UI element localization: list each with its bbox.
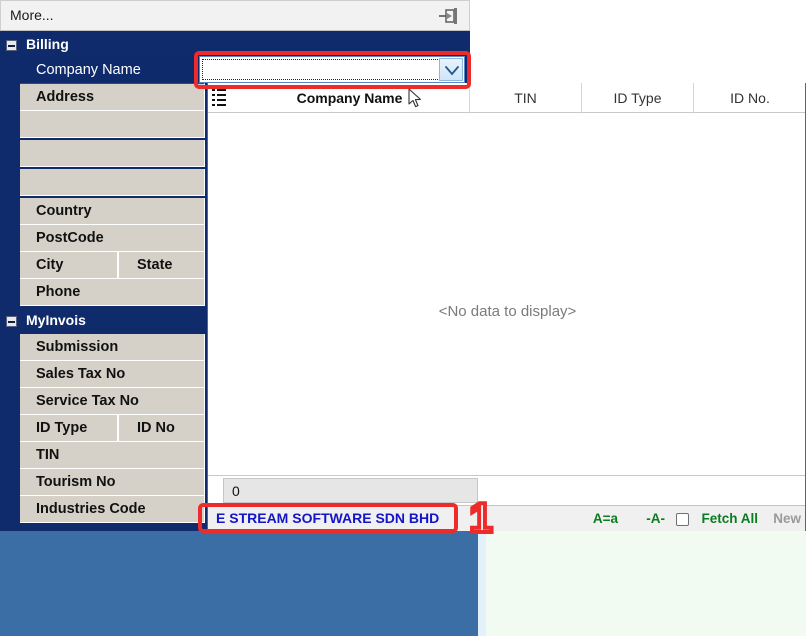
company-name-combobox[interactable] bbox=[199, 56, 465, 83]
property-row-label: Phone bbox=[36, 284, 81, 300]
grid-header-row: Company Name TIN ID Type ID No. bbox=[208, 83, 806, 113]
grid-column-header-id-no[interactable]: ID No. bbox=[694, 83, 806, 113]
grid-body[interactable]: <No data to display> bbox=[208, 113, 806, 475]
company-name-editor[interactable] bbox=[199, 56, 465, 83]
property-row-service-tax-no[interactable]: Service Tax No bbox=[20, 388, 205, 415]
grid-column-header-company-name[interactable]: Company Name bbox=[230, 83, 470, 113]
grid-footer-count-field[interactable]: 0 bbox=[223, 478, 478, 503]
group-header-billing[interactable]: Billing bbox=[0, 33, 470, 57]
property-row-label: Service Tax No bbox=[36, 393, 139, 409]
property-row-label: ID Type bbox=[36, 420, 88, 436]
case-sensitivity-toggle[interactable]: A=a bbox=[593, 511, 618, 526]
desktop-background-edge bbox=[478, 531, 486, 636]
property-row-label: Company Name bbox=[36, 62, 141, 78]
property-row-label: Submission bbox=[36, 339, 119, 355]
desktop-background-blue bbox=[0, 531, 470, 636]
accent-toggle[interactable]: -A- bbox=[646, 511, 665, 526]
grid-status-bar: E STREAM SOFTWARE SDN BHD A=a -A- Fetch … bbox=[208, 505, 806, 531]
property-row-address[interactable]: Address bbox=[20, 84, 205, 111]
grid-empty-message: <No data to display> bbox=[438, 303, 577, 320]
property-row-company-name[interactable]: Company Name bbox=[20, 57, 205, 84]
desktop-background-strip bbox=[470, 531, 478, 636]
annotation-step-number: 1 bbox=[467, 494, 494, 541]
more-panel-header: More... bbox=[0, 0, 470, 31]
property-row-city[interactable]: City bbox=[20, 252, 118, 279]
property-row-address-line3[interactable] bbox=[20, 140, 205, 167]
property-row-address-line4[interactable] bbox=[20, 169, 205, 196]
property-row-label: Address bbox=[36, 89, 95, 105]
chevron-down-icon bbox=[445, 66, 459, 76]
fetch-all-label[interactable]: Fetch All bbox=[701, 511, 758, 526]
new-button[interactable]: New bbox=[773, 511, 801, 526]
property-row-submission[interactable]: Submission bbox=[20, 334, 205, 361]
company-lookup-grid: Company Name TIN ID Type ID No. <No data… bbox=[207, 83, 806, 531]
property-row-id-no[interactable]: ID No bbox=[118, 415, 205, 442]
property-row-state[interactable]: State bbox=[118, 252, 205, 279]
collapse-minus-icon[interactable] bbox=[6, 40, 17, 51]
collapse-minus-icon[interactable] bbox=[6, 316, 17, 327]
property-row-country[interactable]: Country bbox=[20, 198, 205, 225]
auto-hide-pin-icon[interactable] bbox=[437, 7, 459, 25]
group-header-myinvois[interactable]: MyInvois bbox=[0, 309, 235, 333]
property-row-industries-code[interactable]: Industries Code bbox=[20, 496, 205, 523]
property-row-label: Tourism No bbox=[36, 474, 116, 490]
grid-column-header-tin[interactable]: TIN bbox=[470, 83, 582, 113]
property-row-label: City bbox=[36, 257, 64, 273]
grid-footer-count-value: 0 bbox=[232, 483, 240, 499]
desktop-background-mint bbox=[478, 531, 806, 636]
property-row-label: Country bbox=[36, 203, 92, 219]
property-row-tin[interactable]: TIN bbox=[20, 442, 205, 469]
mouse-cursor bbox=[408, 88, 424, 110]
property-row-label: ID No bbox=[137, 420, 175, 436]
focus-outline bbox=[202, 59, 462, 80]
property-row-address-line2[interactable] bbox=[20, 111, 205, 138]
property-row-label: TIN bbox=[36, 447, 60, 463]
group-header-myinvois-label: MyInvois bbox=[26, 312, 86, 328]
group-header-billing-label: Billing bbox=[26, 36, 69, 52]
property-row-label: Sales Tax No bbox=[36, 366, 126, 382]
property-row-label: PostCode bbox=[36, 230, 104, 246]
more-label[interactable]: More... bbox=[10, 7, 54, 23]
grid-column-header-id-type[interactable]: ID Type bbox=[582, 83, 694, 113]
property-row-sales-tax-no[interactable]: Sales Tax No bbox=[20, 361, 205, 388]
selected-company-label[interactable]: E STREAM SOFTWARE SDN BHD bbox=[216, 510, 439, 526]
grid-column-menu-icon[interactable] bbox=[212, 89, 226, 106]
property-row-postcode[interactable]: PostCode bbox=[20, 225, 205, 252]
property-row-label: Industries Code bbox=[36, 501, 146, 517]
property-row-label: State bbox=[137, 257, 173, 273]
dropdown-button[interactable] bbox=[439, 58, 463, 81]
fetch-all-checkbox[interactable] bbox=[676, 513, 689, 526]
property-row-tourism-no[interactable]: Tourism No bbox=[20, 469, 205, 496]
property-row-phone[interactable]: Phone bbox=[20, 279, 205, 306]
grid-footer: 0 bbox=[208, 475, 806, 505]
property-row-id-type[interactable]: ID Type bbox=[20, 415, 118, 442]
